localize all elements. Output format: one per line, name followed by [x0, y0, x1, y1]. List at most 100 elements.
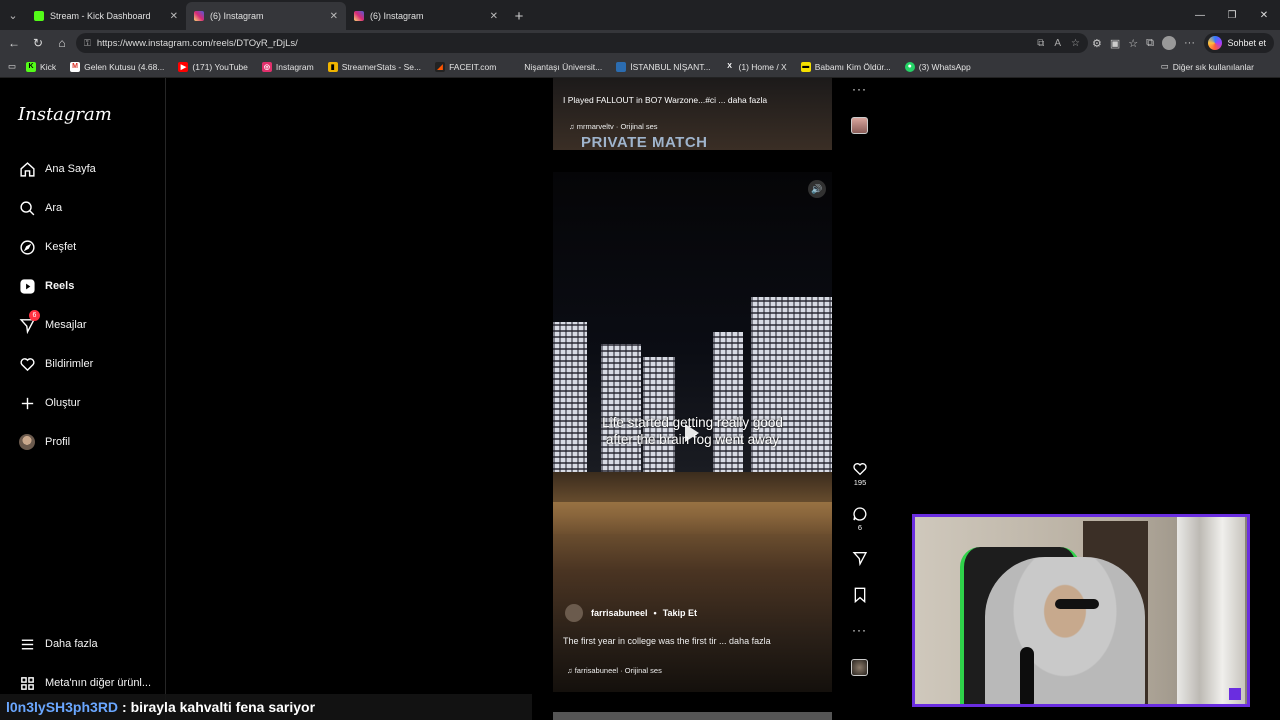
- back-button[interactable]: ←: [2, 31, 26, 55]
- youtube-icon: ▶: [178, 61, 189, 72]
- sidebar-item-profile[interactable]: Profil: [18, 433, 70, 451]
- bookmark-gmail[interactable]: M Gelen Kutusu (4.68...: [70, 61, 164, 72]
- sidebar-item-search[interactable]: Ara: [18, 199, 62, 217]
- play-icon[interactable]: [685, 424, 699, 442]
- share-icon[interactable]: [850, 549, 870, 567]
- favorites-icon[interactable]: ☆: [1128, 37, 1138, 50]
- like-count: 195: [853, 478, 867, 487]
- tab-instagram[interactable]: (6) Instagram ✕: [346, 2, 506, 30]
- bookmark-streamerstats[interactable]: ▮ StreamerStats - Se...: [327, 61, 421, 72]
- music-note-icon: ♫: [569, 122, 577, 131]
- streamer-webcam: [912, 514, 1250, 707]
- prev-reel-more-icon[interactable]: ···: [852, 82, 867, 96]
- collections-icon[interactable]: ⧉: [1146, 37, 1154, 50]
- tab-list-menu-icon[interactable]: ⌄: [0, 0, 26, 30]
- building: [553, 322, 587, 482]
- maximize-button[interactable]: ❐: [1216, 0, 1248, 30]
- sidebar-toggle-icon[interactable]: ▭: [8, 61, 16, 72]
- other-bookmarks-folder[interactable]: ▭ Diğer sık kullanılanlar: [1161, 61, 1254, 72]
- address-bar[interactable]: ⚿ https://www.instagram.com/reels/DTOyR_…: [76, 33, 1088, 53]
- window-controls: — ❐ ✕: [1184, 0, 1280, 30]
- building: [751, 297, 832, 482]
- volume-icon[interactable]: 🔊: [808, 180, 826, 198]
- reel-audio-link[interactable]: ♫ farrisabuneel · Orijinal ses: [567, 663, 662, 677]
- site-info-icon[interactable]: ⚿: [84, 38, 91, 49]
- reel-author: farrisabuneel • Takip Et: [565, 604, 697, 622]
- close-tab-icon[interactable]: ✕: [170, 11, 178, 22]
- reel-audio-thumbnail[interactable]: [851, 659, 868, 676]
- address-toolbar: ← ↻ ⌂ ⚿ https://www.instagram.com/reels/…: [0, 30, 1280, 56]
- reel-audio-link[interactable]: ♫ mrmarveltv · Orijinal ses: [569, 122, 658, 131]
- minimize-button[interactable]: —: [1184, 0, 1216, 30]
- avatar: [18, 433, 36, 451]
- more-menu-icon[interactable]: ···: [1184, 37, 1195, 49]
- open-in-app-icon[interactable]: ⧉: [1037, 38, 1044, 49]
- extensions-icon[interactable]: ⚙: [1092, 37, 1102, 50]
- reel-caption[interactable]: I Played FALLOUT in BO7 Warzone...#ci ..…: [563, 95, 767, 105]
- sidebar-item-create[interactable]: Oluştur: [18, 394, 80, 412]
- sidebar-item-messages[interactable]: 6 Mesajlar: [18, 310, 87, 334]
- sidebar-item-notifications[interactable]: Bildirimler: [18, 355, 93, 373]
- like-action: 195: [850, 460, 870, 487]
- sidebar-item-reels[interactable]: Reels: [18, 277, 74, 295]
- menu-icon: [18, 635, 36, 653]
- favorite-star-icon[interactable]: ☆: [1071, 38, 1080, 49]
- close-tab-icon[interactable]: ✕: [330, 11, 338, 22]
- close-tab-icon[interactable]: ✕: [490, 11, 498, 22]
- tab-title: Stream - Kick Dashboard: [50, 11, 151, 21]
- bookmark-nisantasi[interactable]: Nişantaşı Üniversit...: [510, 61, 602, 72]
- read-aloud-icon[interactable]: A: [1054, 38, 1061, 49]
- building: [713, 332, 743, 482]
- bookmark-istanbul-nisantasi[interactable]: İSTANBUL NİŞANT...: [616, 61, 711, 72]
- next-reel-preview[interactable]: [553, 712, 832, 720]
- split-screen-icon[interactable]: ▣: [1110, 37, 1120, 50]
- toolbar-right: ⚙ ▣ ☆ ⧉ ···: [1092, 30, 1195, 56]
- author-avatar[interactable]: [565, 604, 583, 622]
- sidebar-item-explore[interactable]: Keşfet: [18, 238, 76, 256]
- bookmark-x[interactable]: X (1) Home / X: [725, 62, 787, 72]
- explore-icon: [18, 238, 36, 256]
- university-icon: [510, 61, 521, 72]
- share-action: [850, 549, 870, 567]
- current-reel-video[interactable]: 🔊 Life started getting really good after…: [553, 172, 832, 692]
- author-username[interactable]: farrisabuneel: [591, 608, 648, 618]
- like-heart-icon[interactable]: [850, 460, 870, 478]
- bookmark-kick[interactable]: K Kick: [26, 61, 56, 72]
- video-overlay-text: PRIVATE MATCH: [581, 134, 708, 150]
- bookmark-faceit[interactable]: ◢ FACEIT.com: [435, 61, 496, 72]
- sidebar-item-more[interactable]: Daha fazla: [18, 635, 98, 653]
- follow-button[interactable]: Takip Et: [663, 608, 697, 618]
- prev-reel-audio-thumbnail[interactable]: [851, 117, 868, 134]
- whatsapp-icon: ●: [904, 61, 915, 72]
- bookmark-icon[interactable]: [850, 586, 870, 604]
- gmail-icon: M: [70, 61, 81, 72]
- close-window-button[interactable]: ✕: [1248, 0, 1280, 30]
- instagram-logo[interactable]: Instagram: [18, 104, 112, 125]
- meta-grid-icon: [18, 674, 36, 692]
- comment-icon[interactable]: [850, 505, 870, 523]
- profile-avatar[interactable]: [1162, 36, 1177, 50]
- copilot-icon: [1208, 36, 1223, 50]
- bookmark-babami[interactable]: ▬ Babamı Kim Öldür...: [800, 61, 891, 72]
- search-icon: [18, 199, 36, 217]
- x-logo-icon: X: [727, 63, 732, 70]
- new-tab-button[interactable]: +: [506, 2, 532, 30]
- bookmark-youtube[interactable]: ▶ (171) YouTube: [178, 61, 248, 72]
- previous-reel[interactable]: I Played FALLOUT in BO7 Warzone...#ci ..…: [553, 78, 832, 150]
- reel-caption[interactable]: The first year in college was the first …: [563, 636, 771, 646]
- reload-button[interactable]: ↻: [26, 31, 50, 55]
- copilot-chat-button[interactable]: Sohbet et: [1204, 33, 1274, 53]
- tab-title: (6) Instagram: [210, 11, 264, 21]
- bookmarks-bar: ▭ K Kick M Gelen Kutusu (4.68... ▶ (171) Yo…: [0, 56, 1280, 78]
- tab-instagram-active[interactable]: (6) Instagram ✕: [186, 2, 346, 30]
- home-button[interactable]: ⌂: [50, 31, 74, 55]
- tab-kick-dashboard[interactable]: Stream - Kick Dashboard ✕: [26, 2, 186, 30]
- more-options-icon[interactable]: ···: [852, 623, 867, 637]
- bookmark-whatsapp[interactable]: ● (3) WhatsApp: [904, 61, 971, 72]
- bookmark-instagram[interactable]: ◎ Instagram: [261, 61, 314, 72]
- music-note-icon: ♫: [567, 665, 575, 675]
- streamer: [985, 557, 1145, 704]
- sidebar-item-meta[interactable]: Meta'nın diğer ürünl...: [18, 674, 151, 692]
- sidebar-item-home[interactable]: Ana Sayfa: [18, 160, 96, 178]
- messages-badge: 6: [29, 310, 40, 321]
